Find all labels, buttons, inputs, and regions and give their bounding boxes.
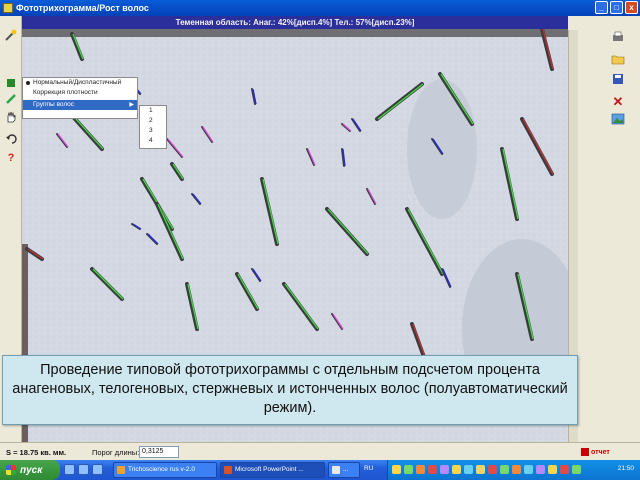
threshold-label: Порог длины: bbox=[92, 448, 140, 457]
app-icon bbox=[3, 3, 13, 13]
tray-icon[interactable] bbox=[572, 465, 581, 474]
submenu-item-1[interactable]: 1 bbox=[140, 106, 166, 116]
hair-groups-submenu: 1 2 3 4 bbox=[139, 105, 167, 149]
help-icon[interactable]: ? bbox=[3, 150, 19, 166]
area-readout: S = 18.75 кв. мм. bbox=[6, 448, 67, 457]
menu-item-normal-dysplastic[interactable]: Нормальный/Диспластичный bbox=[23, 78, 137, 88]
undo-icon[interactable] bbox=[3, 132, 19, 148]
tray-icon[interactable] bbox=[464, 465, 473, 474]
tray-icon[interactable] bbox=[452, 465, 461, 474]
open-icon[interactable] bbox=[610, 52, 626, 68]
print-icon[interactable] bbox=[610, 30, 626, 46]
close-button[interactable]: x bbox=[625, 1, 638, 14]
slide-caption: Проведение типовой фототрихограммы с отд… bbox=[2, 355, 578, 425]
start-button[interactable]: пуск bbox=[0, 460, 60, 480]
tray-icon[interactable] bbox=[524, 465, 533, 474]
task-trichoscience[interactable]: Trichoscience rus v-2.0 bbox=[113, 462, 217, 478]
window-titlebar: Фототрихограмма/Рост волос _ □ x bbox=[0, 0, 640, 16]
submenu-item-4[interactable]: 4 bbox=[140, 136, 166, 146]
language-indicator[interactable]: RU bbox=[364, 465, 373, 472]
maximize-button[interactable]: □ bbox=[610, 1, 623, 14]
right-toolbar: ✕ bbox=[568, 16, 640, 442]
quick-launch-icon[interactable] bbox=[64, 464, 75, 475]
submenu-item-3[interactable]: 3 bbox=[140, 126, 166, 136]
threshold-input[interactable]: 0,3125 bbox=[139, 446, 179, 458]
submenu-item-2[interactable]: 2 bbox=[140, 116, 166, 126]
window-task-icon bbox=[332, 466, 340, 474]
submenu-arrow-icon: ▶ bbox=[129, 102, 134, 108]
taskbar: пуск Trichoscience rus v-2.0 Microsoft P… bbox=[0, 460, 640, 480]
tray-icon[interactable] bbox=[548, 465, 557, 474]
delete-icon[interactable]: ✕ bbox=[610, 94, 626, 110]
windows-logo-icon bbox=[6, 465, 16, 475]
caption-text: Проведение типовой фототрихограммы с отд… bbox=[12, 362, 568, 416]
powerpoint-icon bbox=[224, 466, 232, 474]
radio-dot-icon bbox=[26, 81, 30, 85]
hand-icon[interactable] bbox=[3, 110, 19, 126]
window-title: Фототрихограмма/Рост волос bbox=[16, 3, 149, 13]
window-controls: _ □ x bbox=[595, 1, 638, 14]
app-task-icon bbox=[117, 466, 125, 474]
tray-icon[interactable] bbox=[416, 465, 425, 474]
tray-icon[interactable] bbox=[392, 465, 401, 474]
tray-icon[interactable] bbox=[428, 465, 437, 474]
statistics-text: Теменная область: Анаг.: 42%[дисп.4%] Те… bbox=[175, 18, 415, 27]
clock: 21:50 bbox=[617, 465, 634, 472]
tray-icon[interactable] bbox=[488, 465, 497, 474]
wand-icon[interactable] bbox=[3, 28, 19, 44]
menu-item-density-correction[interactable]: Коррекция плотности bbox=[23, 88, 137, 98]
quick-launch-icon[interactable] bbox=[92, 464, 103, 475]
tray-icon[interactable] bbox=[476, 465, 485, 474]
report-button[interactable]: отчет bbox=[581, 446, 610, 458]
tray-icon[interactable] bbox=[560, 465, 569, 474]
mark-icon[interactable] bbox=[3, 76, 19, 92]
menu-item-hair-groups[interactable]: Группы волос ▶ bbox=[23, 100, 137, 110]
quick-launch-icon[interactable] bbox=[78, 464, 89, 475]
tray-icon[interactable] bbox=[404, 465, 413, 474]
task-other[interactable]: ... bbox=[328, 462, 360, 478]
tray-icon[interactable] bbox=[440, 465, 449, 474]
tray-icon[interactable] bbox=[500, 465, 509, 474]
status-bar: S = 18.75 кв. мм. Порог длины: 0,3125 от… bbox=[0, 442, 640, 460]
system-tray: 21:50 bbox=[387, 460, 640, 480]
statistics-bar: Теменная область: Анаг.: 42%[дисп.4%] Те… bbox=[22, 16, 568, 29]
tray-icons bbox=[392, 465, 581, 474]
tray-icon[interactable] bbox=[512, 465, 521, 474]
tray-icon[interactable] bbox=[536, 465, 545, 474]
report-icon bbox=[581, 448, 589, 456]
quick-launch bbox=[64, 464, 103, 475]
task-powerpoint[interactable]: Microsoft PowerPoint ... bbox=[220, 462, 325, 478]
image-icon[interactable] bbox=[610, 112, 626, 128]
save-icon[interactable] bbox=[610, 72, 626, 88]
minimize-button[interactable]: _ bbox=[595, 1, 608, 14]
context-menu: Нормальный/Диспластичный Коррекция плотн… bbox=[22, 77, 138, 119]
pen-icon[interactable] bbox=[3, 92, 19, 108]
